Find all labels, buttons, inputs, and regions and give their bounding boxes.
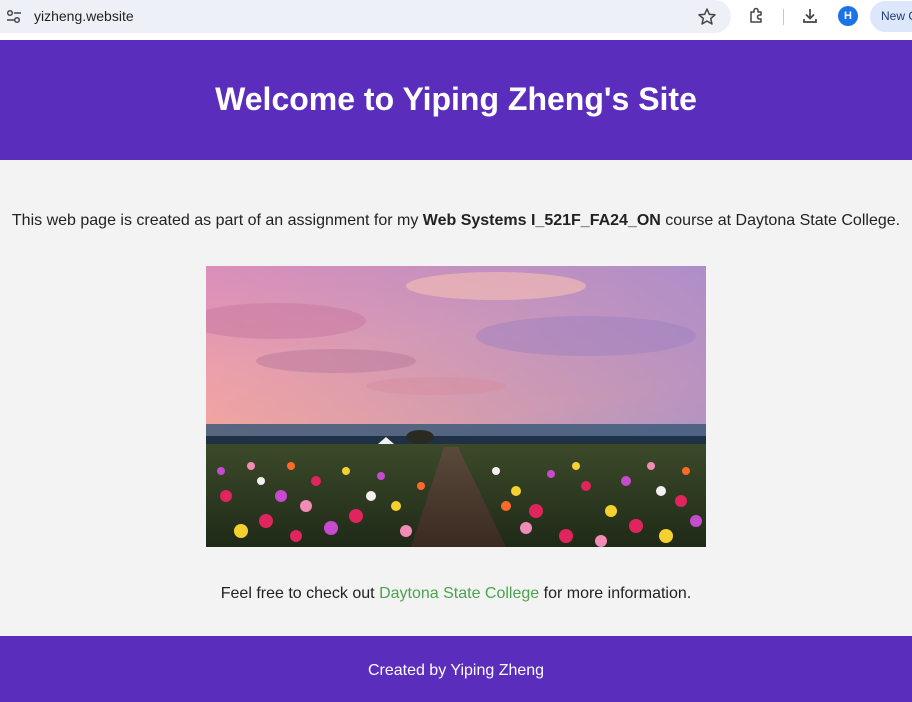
more-info-suffix: for more information. <box>539 585 692 602</box>
new-chat-button[interactable]: New C <box>870 1 912 32</box>
tulip-field-illustration <box>206 266 706 547</box>
profile-avatar[interactable]: H <box>838 6 858 26</box>
course-name: Web Systems I_521F_FA24_ON <box>422 212 661 229</box>
daytona-state-college-link[interactable]: Daytona State College <box>379 585 539 602</box>
extensions-icon[interactable] <box>747 6 767 26</box>
tulip-field-image <box>206 266 706 547</box>
intro-prefix: This web page is created as part of an a… <box>11 212 423 229</box>
more-info-paragraph: Feel free to check out Daytona State Col… <box>0 584 912 603</box>
tune-icon[interactable] <box>6 9 22 25</box>
intro-paragraph: This web page is created as part of an a… <box>0 211 912 230</box>
intro-suffix: course at Daytona State College. <box>660 212 901 229</box>
toolbar-separator <box>783 9 784 25</box>
address-bar[interactable]: yizheng.website <box>0 0 731 33</box>
page-title: Welcome to Yiping Zheng's Site <box>215 81 697 117</box>
browser-toolbar: yizheng.website H New C <box>0 0 912 40</box>
download-icon[interactable] <box>800 6 820 26</box>
footer-credit: Created by Yiping Zheng <box>367 662 545 679</box>
more-info-prefix: Feel free to check out <box>220 585 380 602</box>
star-icon[interactable] <box>697 7 717 27</box>
url-text[interactable]: yizheng.website <box>34 8 134 25</box>
